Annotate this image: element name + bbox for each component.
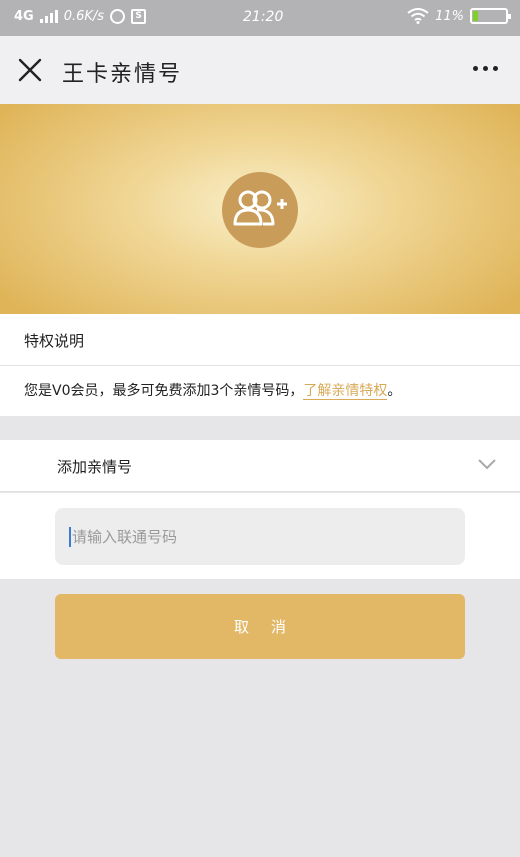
close-icon[interactable] (16, 56, 44, 84)
privilege-header: 特权说明 (0, 314, 520, 366)
privilege-description: 您是V0会员，最多可免费添加3个亲情号码，了解亲情特权。 (0, 366, 520, 416)
more-options-icon[interactable] (473, 66, 498, 71)
network-speed: 0.6K/s (63, 9, 105, 24)
battery-percent: 11% (435, 8, 464, 24)
sync-icon (110, 9, 126, 24)
network-type: 4G (14, 9, 34, 24)
privilege-desc-text: 您是V0会员，最多可免费添加3个亲情号码， (24, 383, 304, 399)
wifi-icon (407, 8, 429, 24)
privilege-heading: 特权说明 (24, 332, 85, 350)
phone-number-input[interactable] (55, 508, 465, 565)
status-right: 11% (407, 8, 511, 24)
privilege-text-line: 您是V0会员，最多可免费添加3个亲情号码，了解亲情特权。 (24, 380, 401, 400)
hero-banner (0, 104, 520, 314)
add-family-number-label: 添加亲情号 (57, 458, 133, 476)
signal-icon (39, 10, 58, 23)
page-title: 王卡亲情号 (62, 62, 183, 87)
input-area (0, 493, 520, 579)
app-s-icon: S (131, 9, 147, 24)
clock: 21:20 (243, 9, 284, 25)
add-user-icon (233, 190, 287, 226)
chevron-down-icon[interactable] (478, 458, 496, 470)
privilege-desc-end: 。 (387, 383, 402, 399)
text-caret (69, 527, 71, 547)
status-left: 4G 0.6K/s S (14, 9, 147, 24)
cancel-button[interactable]: 取消 (55, 594, 465, 659)
privilege-link[interactable]: 了解亲情特权 (303, 383, 388, 400)
add-user-avatar (222, 172, 298, 248)
add-family-number-row[interactable]: 添加亲情号 (0, 440, 520, 492)
battery-icon (470, 8, 511, 24)
status-bar: 4G 0.6K/s S 21:20 11% (0, 0, 520, 36)
nav-bar: 王卡亲情号 (0, 36, 520, 104)
